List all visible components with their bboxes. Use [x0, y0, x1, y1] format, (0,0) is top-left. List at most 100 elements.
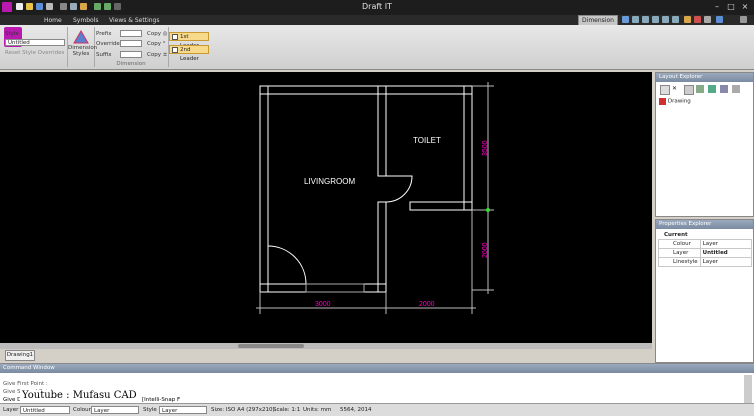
first-leader-toggle[interactable]: 1st Leader [169, 32, 209, 49]
delete-layout-icon[interactable]: ✕ [672, 85, 680, 93]
menu-tabs-row: Home Symbols Views & Settings Dimension [0, 15, 754, 25]
ortho-icon[interactable] [704, 16, 711, 23]
tab-symbols[interactable]: Symbols [73, 16, 98, 25]
property-row[interactable]: Layer Untitled [658, 248, 753, 258]
style-select[interactable]: Untitled [5, 39, 65, 46]
copy-diameter-button[interactable]: Copy ◎ [147, 31, 168, 37]
property-name: Layer [658, 248, 701, 258]
status-style-select[interactable]: Layer [159, 406, 207, 414]
tab-home[interactable]: Home [44, 16, 62, 25]
property-name: Linestyle [658, 257, 701, 267]
properties-section-current: Current [664, 232, 688, 238]
first-leader-checkbox[interactable] [172, 34, 178, 40]
drawing-canvas[interactable]: LIVINGROOM TOILET 3000 2000 3500 2000 [0, 72, 652, 344]
scrollbar-thumb[interactable] [238, 344, 304, 348]
prefix-label: Prefix [96, 31, 112, 37]
status-layer-select[interactable]: Untitled [20, 406, 70, 414]
wall-interior-lower [377, 201, 387, 293]
wall-left [259, 85, 269, 293]
command-history-line: Give First Point : [3, 381, 48, 387]
status-bar: Layer Untitled Colour Layer Style Layer … [0, 403, 754, 416]
reset-style-overrides[interactable]: Reset Style Overrides [5, 50, 64, 56]
zoom-in-icon[interactable] [632, 16, 639, 23]
zoom-window-icon[interactable] [652, 16, 659, 23]
grid-icon[interactable] [694, 16, 701, 23]
properties-table: Colour Layer Layer Untitled Linestyle La… [658, 239, 753, 267]
property-row[interactable]: Colour Layer [658, 239, 753, 249]
dim-text-2000-vertical: 2000 [482, 242, 489, 258]
wall-right [463, 85, 473, 211]
second-leader-label: 2nd Leader [180, 47, 199, 62]
tab-views-settings[interactable]: Views & Settings [109, 16, 159, 25]
status-colour-label: Colour [73, 407, 91, 413]
info-icon[interactable] [740, 16, 747, 23]
watermark-text: Youtube : Mufasu CAD [20, 390, 139, 401]
pan-icon[interactable] [672, 16, 679, 23]
property-value[interactable]: Layer [699, 239, 753, 249]
dim-text-3000-horizontal: 3000 [315, 301, 331, 308]
suffix-label: Suffix [96, 52, 112, 58]
status-colour-select[interactable]: Layer [91, 406, 139, 414]
minimize-button[interactable]: – [712, 2, 722, 12]
prefix-input[interactable] [120, 30, 142, 37]
style-label: Style [5, 31, 19, 37]
properties-explorer-title: Properties Explorer [656, 220, 753, 229]
dim-text-2000-horizontal: 2000 [419, 301, 435, 308]
property-value[interactable]: Untitled [699, 248, 753, 258]
document-tabs: Drawing1 [0, 349, 652, 361]
zoom-out-icon[interactable] [642, 16, 649, 23]
refresh-layout-icon[interactable] [708, 85, 716, 93]
layout-explorer-panel: Layout Explorer ✕ Drawing [655, 72, 754, 217]
status-size: Size: ISO A4 (297x210) [211, 407, 275, 413]
new-layout-icon[interactable] [660, 85, 670, 95]
drawing-icon [659, 98, 666, 105]
suffix-input[interactable] [120, 51, 142, 58]
dimension-styles-icon[interactable] [73, 30, 89, 44]
status-units: Units: mm [303, 407, 332, 413]
tab-dimension[interactable]: Dimension [578, 15, 618, 25]
property-name: Colour [658, 239, 701, 249]
wall-toilet-bottom [409, 201, 473, 211]
properties-layout-icon[interactable] [696, 85, 704, 93]
snap-point-marker [486, 208, 490, 212]
entry-door [267, 245, 307, 285]
copy-layout-icon[interactable] [684, 85, 694, 95]
close-button[interactable]: × [740, 2, 750, 12]
tab-drawing1[interactable]: Drawing1 [5, 350, 35, 361]
status-coordinates: 5564, 2014 [340, 407, 372, 413]
dimension-group-label: Dimension [116, 61, 146, 67]
window-bottom [305, 283, 365, 293]
wall-top [259, 85, 473, 95]
second-leader-toggle[interactable]: 2nd Leader [169, 45, 209, 62]
more-layout-icon[interactable] [732, 85, 740, 93]
toilet-door [385, 175, 413, 203]
style-group: Style Untitled Reset Style Overrides [3, 27, 68, 67]
export-layout-icon[interactable] [720, 85, 728, 93]
override-label: Override [96, 41, 120, 47]
copy-degree-button[interactable]: Copy ° [147, 41, 165, 47]
floor-plan[interactable]: LIVINGROOM TOILET 3000 2000 3500 2000 [0, 72, 652, 344]
room-label-toilet: TOILET [413, 136, 441, 145]
command-scrollbar[interactable] [744, 375, 752, 403]
properties-explorer-panel: Properties Explorer Current Colour Layer… [655, 219, 754, 363]
maximize-button[interactable]: □ [726, 2, 736, 12]
status-style-label: Style [143, 407, 157, 413]
dimension-styles-group: Dimension Styles [68, 27, 97, 67]
property-value[interactable]: Layer [699, 257, 753, 267]
second-leader-checkbox[interactable] [172, 47, 178, 53]
dim-text-3500-vertical: 3500 [482, 140, 489, 156]
override-input[interactable] [120, 40, 142, 47]
snap-icon[interactable] [684, 16, 691, 23]
dimension-group: Prefix Override Suffix Copy ◎ Copy ° Cop… [94, 27, 169, 67]
layout-explorer-title: Layout Explorer [656, 73, 753, 82]
title-bar: Draft IT – □ × [0, 0, 754, 15]
room-label-living: LIVINGROOM [304, 177, 355, 186]
copy-plusminus-button[interactable]: Copy ± [147, 52, 167, 58]
zoom-extents-icon[interactable] [662, 16, 669, 23]
property-row[interactable]: Linestyle Layer [658, 257, 753, 267]
help-icon[interactable] [622, 16, 629, 23]
layout-item-label: Drawing [667, 98, 691, 105]
settings-icon[interactable] [716, 16, 723, 23]
layout-item-drawing[interactable]: Drawing [659, 98, 691, 105]
dimension-styles-label[interactable]: Dimension Styles [68, 45, 97, 57]
